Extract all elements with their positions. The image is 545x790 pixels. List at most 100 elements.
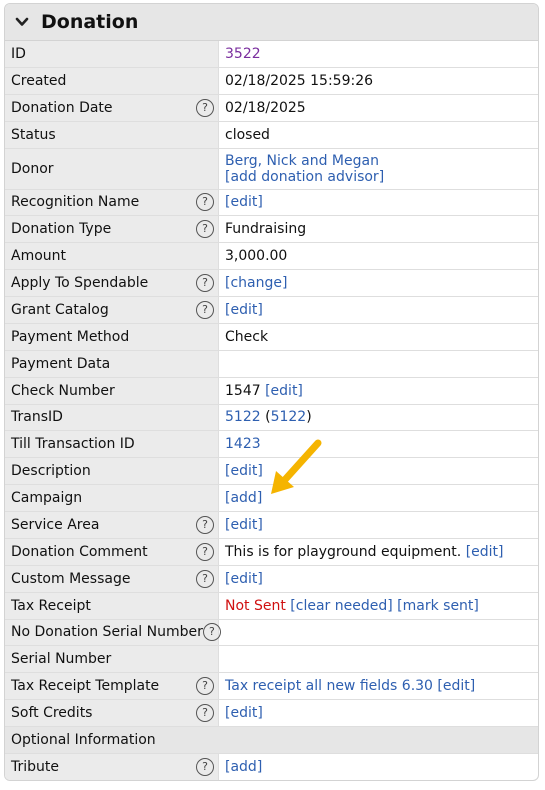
value-link[interactable]: 5122 [271,409,307,425]
field-value-cell: [add] [219,485,538,511]
help-icon[interactable]: ? [196,98,214,117]
value-link[interactable]: [edit] [225,463,263,479]
field-row-recognition-name: Recognition Name? [edit] [5,189,538,217]
chevron-down-icon[interactable] [15,15,29,29]
value-link[interactable]: [edit] [225,302,263,318]
help-icon[interactable]: ? [196,677,214,696]
help-icon[interactable]: ? [196,704,214,723]
field-row-tax-receipt-template: Tax Receipt Template? Tax receipt all new… [5,673,538,701]
value-link[interactable]: 1423 [225,436,261,452]
help-icon[interactable]: ? [196,193,214,212]
field-label-cell: Tribute? [5,754,219,780]
field-value-cell [219,620,538,646]
field-row-created: Created 02/18/2025 15:59:26 [5,67,538,95]
value-text: 02/18/2025 [225,99,306,116]
field-value-line: [edit] [225,517,532,533]
field-label: Payment Data [11,355,111,372]
field-value-line: [change] [225,275,532,291]
value-link[interactable]: [edit] [225,571,263,587]
field-label-cell: No Donation Serial Number? [5,619,221,646]
help-icon[interactable]: ? [202,623,221,642]
field-value-line: 1547 [edit] [225,383,532,399]
field-label: Tribute [11,758,60,775]
value-link[interactable]: [edit] [437,678,475,694]
value-link[interactable]: 5122 [225,409,261,425]
field-label: Campaign [11,490,83,507]
field-label-cell: Recognition Name? [5,189,219,216]
value-text: Check [225,328,269,345]
field-value-line: [edit] [225,194,532,210]
field-value-line: Fundraising [225,221,532,237]
help-icon[interactable]: ? [196,515,214,534]
value-link[interactable]: [clear needed] [290,598,392,614]
field-value-line: This is for playground equipment. [edit] [225,544,532,560]
field-label-cell: Service Area? [5,512,219,538]
field-value-cell: [add] [219,754,538,780]
field-row-description: Description [edit] [5,458,538,486]
help-icon[interactable]: ? [196,274,214,293]
field-label-cell: Tax Receipt Template? [5,673,219,700]
field-label: Custom Message [11,570,131,587]
field-row-donation-type: Donation Type? Fundraising [5,216,538,244]
field-value-cell: [edit] [219,190,538,216]
value-link[interactable]: Tax receipt all new fields 6.30 [225,678,433,694]
field-label: Apply To Spendable [11,275,149,292]
value-link[interactable]: 3522 [225,46,261,62]
field-row-tax-receipt: Tax Receipt Not Sent [clear needed] [mark… [5,592,538,620]
field-value-line: [edit] [225,463,532,479]
value-link[interactable]: [edit] [225,705,263,721]
field-label-cell: Till Transaction ID [5,431,219,458]
field-value-cell: [change] [219,270,538,296]
field-label: Tax Receipt [11,597,91,614]
field-row-soft-credits: Soft Credits? [edit] [5,700,538,727]
field-row-amount: Amount 3,000.00 [5,243,538,271]
field-value-cell: [edit] [219,700,538,726]
field-value-cell: 3,000.00 [219,243,538,269]
help-icon[interactable]: ? [196,757,214,776]
field-row-till-transaction-id: Till Transaction ID 1423 [5,431,538,459]
value-link[interactable]: [edit] [265,383,303,399]
section-optional-information: Optional Information [5,727,538,754]
value-link[interactable]: [edit] [225,517,263,533]
field-label: Till Transaction ID [11,436,135,453]
field-label: Status [11,126,56,143]
panel-header[interactable]: Donation [5,4,538,41]
value-link[interactable]: Berg, Nick and Megan [225,153,379,169]
field-value-cell: Berg, Nick and Megan [add donation adviso… [219,149,538,189]
help-icon[interactable]: ? [196,300,214,319]
help-icon[interactable]: ? [196,220,214,239]
value-link[interactable]: [mark sent] [397,598,479,614]
help-icon[interactable]: ? [196,569,214,588]
value-link[interactable]: [edit] [466,544,504,560]
value-link[interactable]: [change] [225,275,287,291]
help-icon[interactable]: ? [196,542,214,561]
field-label: Amount [11,248,67,265]
field-value-line: [edit] [225,302,532,318]
field-value-cell: 1423 [219,431,538,457]
field-label: Grant Catalog [11,301,109,318]
field-label: Tax Receipt Template [11,678,160,695]
field-row-no-donation-serial-number: No Donation Serial Number? [5,619,538,647]
field-value-line: Check [225,329,532,345]
field-label: Donation Comment [11,543,148,560]
field-label-cell: Status [5,121,219,148]
field-row-custom-message: Custom Message? [edit] [5,565,538,593]
field-value-cell: [edit] [219,566,538,592]
field-row-id: ID 3522 [5,41,538,68]
value-link[interactable]: [add] [225,490,262,506]
field-value-cell: [edit] [219,458,538,484]
value-link[interactable]: [edit] [225,194,263,210]
field-value-cell: Tax receipt all new fields 6.30 [edit] [219,673,538,699]
field-label: Soft Credits [11,705,93,722]
field-value-line: [add donation advisor] [225,169,532,185]
value-text: 3,000.00 [225,248,288,265]
value-text: 1547 [225,382,266,399]
value-link[interactable]: [add] [225,759,262,775]
field-value-line: [edit] [225,571,532,587]
field-value-line: 1423 [225,436,532,452]
field-value-line: [add] [225,490,532,506]
field-label-cell: Payment Method [5,323,219,350]
panel-title: Donation [41,11,139,33]
field-label-cell: Created [5,67,219,94]
value-link[interactable]: [add donation advisor] [225,169,384,185]
